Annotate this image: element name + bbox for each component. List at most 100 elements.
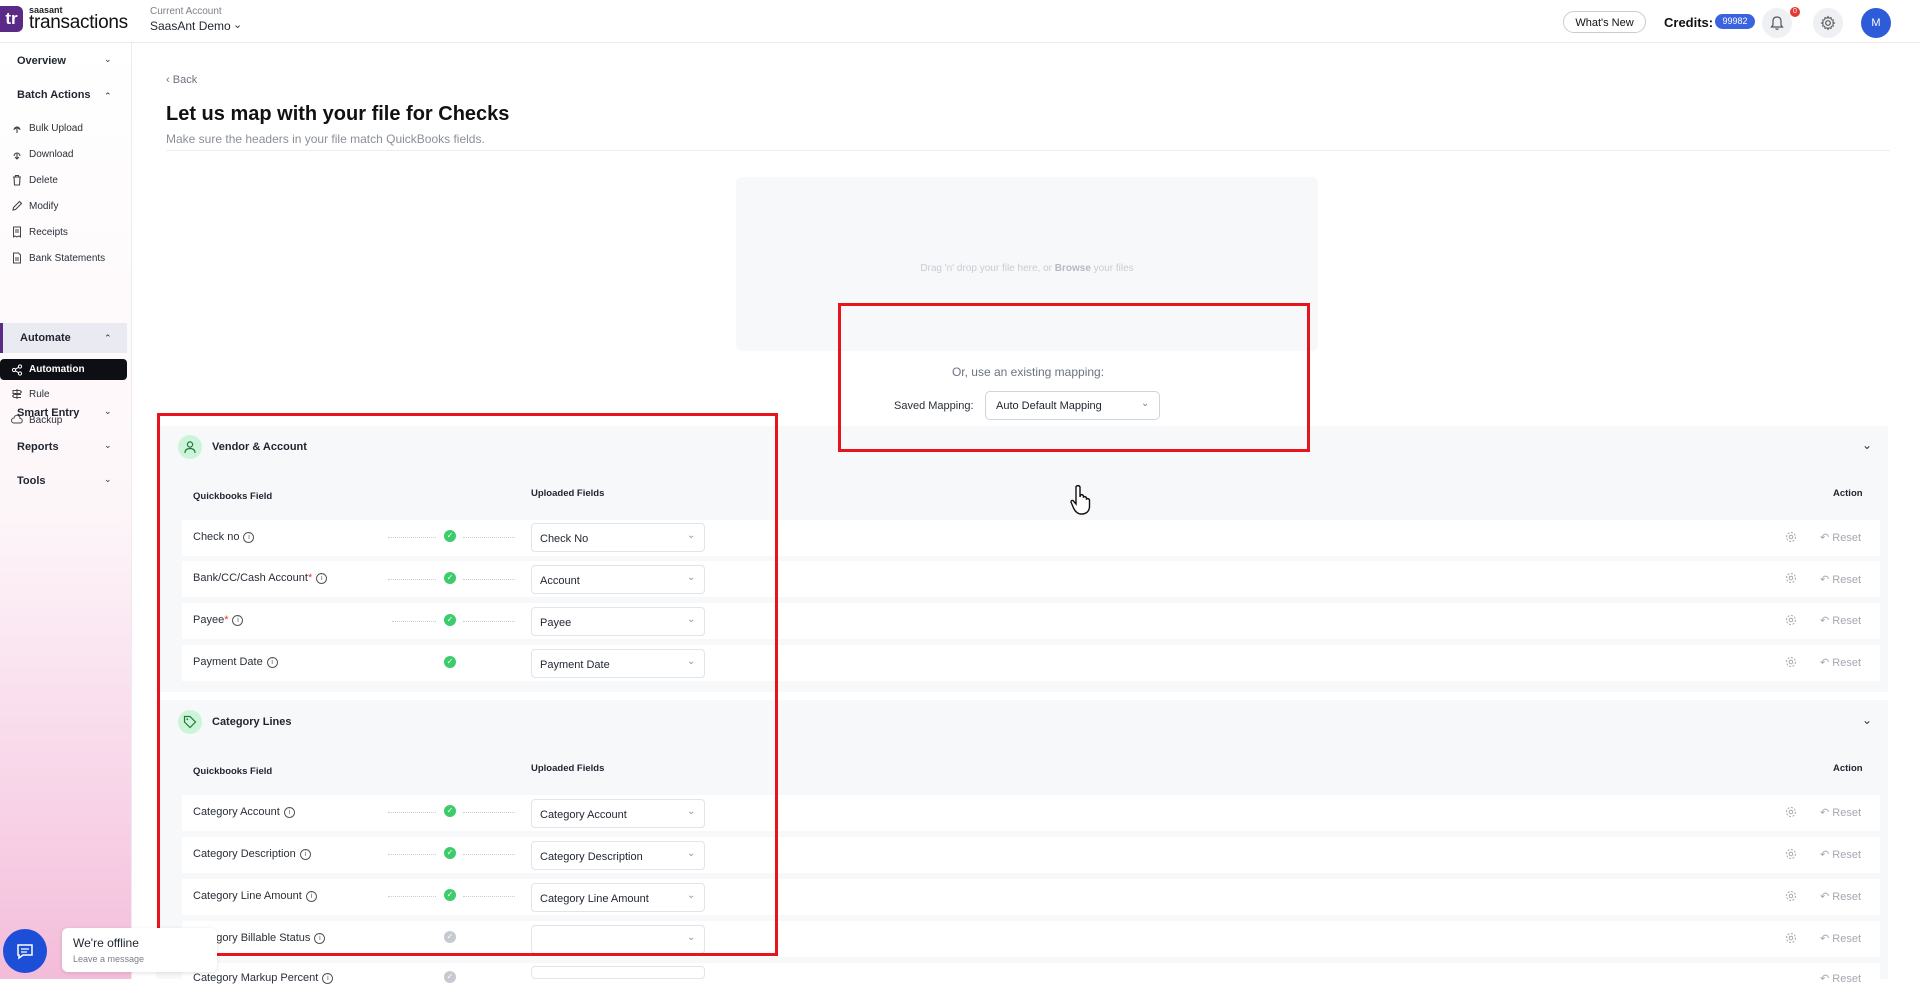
bell-icon <box>1770 16 1784 30</box>
reset-button[interactable]: ↶ Reset <box>1820 890 1861 903</box>
reset-label: Reset <box>1832 891 1862 903</box>
share-nodes-icon <box>11 364 23 376</box>
dropzone-prefix: Drag 'n' drop your file here, or <box>920 263 1055 274</box>
download-icon <box>13 152 21 160</box>
highlight-box-field-mapping <box>157 413 778 956</box>
credits-label: Credits: <box>1664 15 1714 30</box>
chat-launcher-button[interactable] <box>3 929 47 973</box>
reset-label: Reset <box>1832 574 1862 586</box>
sidebar-item-label: Modify <box>29 201 59 212</box>
reset-label: Reset <box>1832 973 1862 985</box>
notifications-button[interactable] <box>1762 8 1792 38</box>
back-label: Back <box>172 74 198 86</box>
sidebar-item-automate[interactable]: Automate ⌃ <box>0 323 127 353</box>
sidebar-item-overview[interactable]: Overview <box>17 55 66 67</box>
gear-icon[interactable] <box>1785 531 1797 543</box>
reset-label: Reset <box>1832 933 1862 945</box>
dropzone-text: Drag 'n' drop your file here, or Browse … <box>736 263 1318 274</box>
sidebar: Overview ⌄ Batch Actions ⌃ Bulk Upload D… <box>0 43 132 979</box>
reset-button[interactable]: ↶ Reset <box>1820 932 1861 945</box>
undo-icon: ↶ <box>1820 532 1833 544</box>
sidebar-item-tools[interactable]: Tools <box>17 475 46 487</box>
receipt-icon <box>13 226 21 238</box>
page-title: Let us map with your file for Checks <box>166 103 510 125</box>
logo-mark[interactable]: tr <box>0 6 23 32</box>
chevron-up-icon[interactable]: ⌃ <box>104 333 112 344</box>
reset-label: Reset <box>1832 615 1862 627</box>
sidebar-item-reports[interactable]: Reports <box>17 441 59 453</box>
column-header-action: Action <box>1833 763 1863 774</box>
chevron-down-icon[interactable]: ⌄ <box>104 474 112 485</box>
reset-label: Reset <box>1832 849 1862 861</box>
logo-big-text[interactable]: transactions <box>29 12 128 34</box>
reset-button[interactable]: ↶ Reset <box>1820 848 1861 861</box>
sidebar-item-label: Automate <box>20 332 71 344</box>
avatar[interactable]: M <box>1861 8 1891 38</box>
gear-icon[interactable] <box>1785 848 1797 860</box>
chevron-down-icon[interactable]: ⌄ <box>104 406 112 417</box>
undo-icon: ↶ <box>1820 973 1833 985</box>
sidebar-item-label: Download <box>29 149 74 160</box>
reset-label: Reset <box>1832 807 1862 819</box>
reset-label: Reset <box>1832 657 1862 669</box>
undo-icon: ↶ <box>1820 615 1833 627</box>
chevron-down-icon[interactable]: ⌄ <box>1862 713 1872 727</box>
chevron-down-icon[interactable]: ⌄ <box>1862 438 1872 452</box>
chat-offline-bubble[interactable]: We're offline Leave a message <box>62 928 217 972</box>
back-link[interactable]: ‹ Back <box>166 74 197 86</box>
chevron-left-icon: ‹ <box>166 74 173 86</box>
chevron-up-icon[interactable]: ⌃ <box>104 91 112 102</box>
field-label: Category Markup Percent i <box>193 972 334 984</box>
field-name: Category Markup Percent <box>193 972 319 984</box>
chevron-down-icon[interactable]: ⌄ <box>233 18 242 31</box>
trash-icon <box>13 174 21 186</box>
chevron-down-icon[interactable]: ⌄ <box>104 440 112 451</box>
account-caption: Current Account <box>150 6 222 17</box>
upload-icon <box>13 126 21 133</box>
undo-icon: ↶ <box>1820 807 1833 819</box>
page-subtitle: Make sure the headers in your file match… <box>166 132 485 146</box>
undo-icon: ↶ <box>1820 933 1833 945</box>
account-switcher[interactable]: SaasAnt Demo <box>150 19 231 33</box>
unmapped-circle-icon: ✓ <box>444 971 456 983</box>
sidebar-item-label: Bank Statements <box>29 253 106 264</box>
credits-badge: 99982 <box>1715 14 1755 29</box>
sidebar-item-label: Receipts <box>29 227 68 238</box>
whats-new-button[interactable]: What's New <box>1563 11 1646 33</box>
chevron-down-icon[interactable]: ⌄ <box>104 54 112 65</box>
sidebar-item-smart-entry[interactable]: Smart Entry <box>17 407 79 419</box>
chat-subtitle: Leave a message <box>73 954 145 964</box>
reset-button[interactable]: ↶ Reset <box>1820 656 1861 669</box>
settings-button[interactable] <box>1813 8 1843 38</box>
gear-icon <box>1820 15 1836 31</box>
chat-title: We're offline <box>73 936 139 950</box>
signpost-icon <box>11 389 23 399</box>
reset-button[interactable]: ↶ Reset <box>1820 531 1861 544</box>
undo-icon: ↶ <box>1820 849 1833 861</box>
undo-icon: ↶ <box>1820 891 1833 903</box>
dropzone-suffix: your files <box>1090 263 1134 274</box>
highlight-box-saved-mapping <box>838 303 1310 452</box>
gear-icon[interactable] <box>1785 806 1797 818</box>
gear-icon[interactable] <box>1785 890 1797 902</box>
gear-icon[interactable] <box>1785 656 1797 668</box>
column-header-action: Action <box>1833 488 1863 499</box>
reset-button[interactable]: ↶ Reset <box>1820 573 1861 586</box>
table-row <box>182 963 1880 979</box>
reset-button[interactable]: ↶ Reset <box>1820 614 1861 627</box>
gear-icon[interactable] <box>1785 932 1797 944</box>
sidebar-item-label: Bulk Upload <box>29 123 83 134</box>
gear-icon[interactable] <box>1785 614 1797 626</box>
gear-icon[interactable] <box>1785 572 1797 584</box>
sidebar-item-automation[interactable]: Automation <box>0 359 127 380</box>
pencil-icon <box>12 200 23 211</box>
uploaded-field-select[interactable] <box>531 966 705 979</box>
hand-cursor-icon <box>1070 484 1091 515</box>
sidebar-item-label: Delete <box>29 175 58 186</box>
divider <box>166 150 1890 151</box>
top-header: tr saasant transactions Current Account … <box>0 0 1920 43</box>
reset-button[interactable]: ↶ Reset <box>1820 806 1861 819</box>
sidebar-item-batch-actions[interactable]: Batch Actions <box>17 89 91 101</box>
notification-count-badge: 0 <box>1790 7 1800 17</box>
browse-link[interactable]: Browse <box>1055 263 1091 274</box>
